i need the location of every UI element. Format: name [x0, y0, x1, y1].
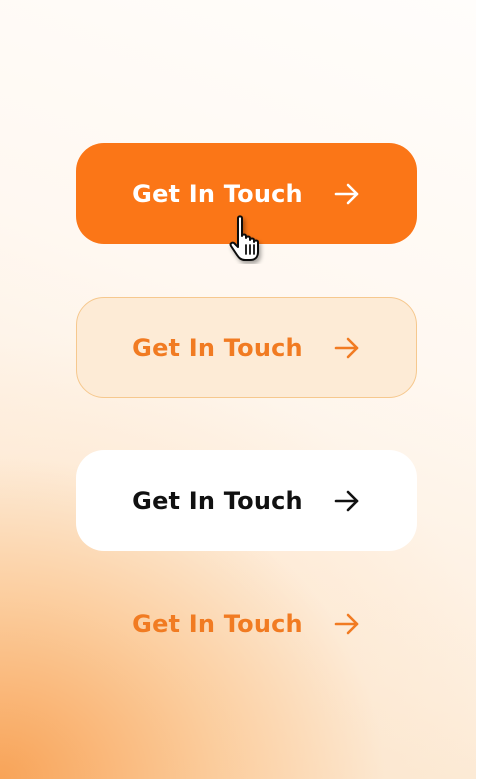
arrow-right-icon — [334, 490, 359, 511]
arrow-right-icon — [334, 613, 359, 634]
arrow-right-icon — [334, 183, 359, 204]
button-label: Get In Touch — [132, 486, 303, 515]
get-in-touch-white-button[interactable]: Get In Touch — [76, 450, 417, 551]
get-in-touch-text-button[interactable]: Get In Touch — [76, 573, 417, 674]
arrow-right-icon — [334, 337, 359, 358]
button-label: Get In Touch — [132, 609, 303, 638]
get-in-touch-primary-button[interactable]: Get In Touch — [76, 143, 417, 244]
button-label: Get In Touch — [132, 333, 303, 362]
button-label: Get In Touch — [132, 179, 303, 208]
get-in-touch-outline-button[interactable]: Get In Touch — [76, 297, 417, 398]
background-edge — [476, 0, 482, 779]
